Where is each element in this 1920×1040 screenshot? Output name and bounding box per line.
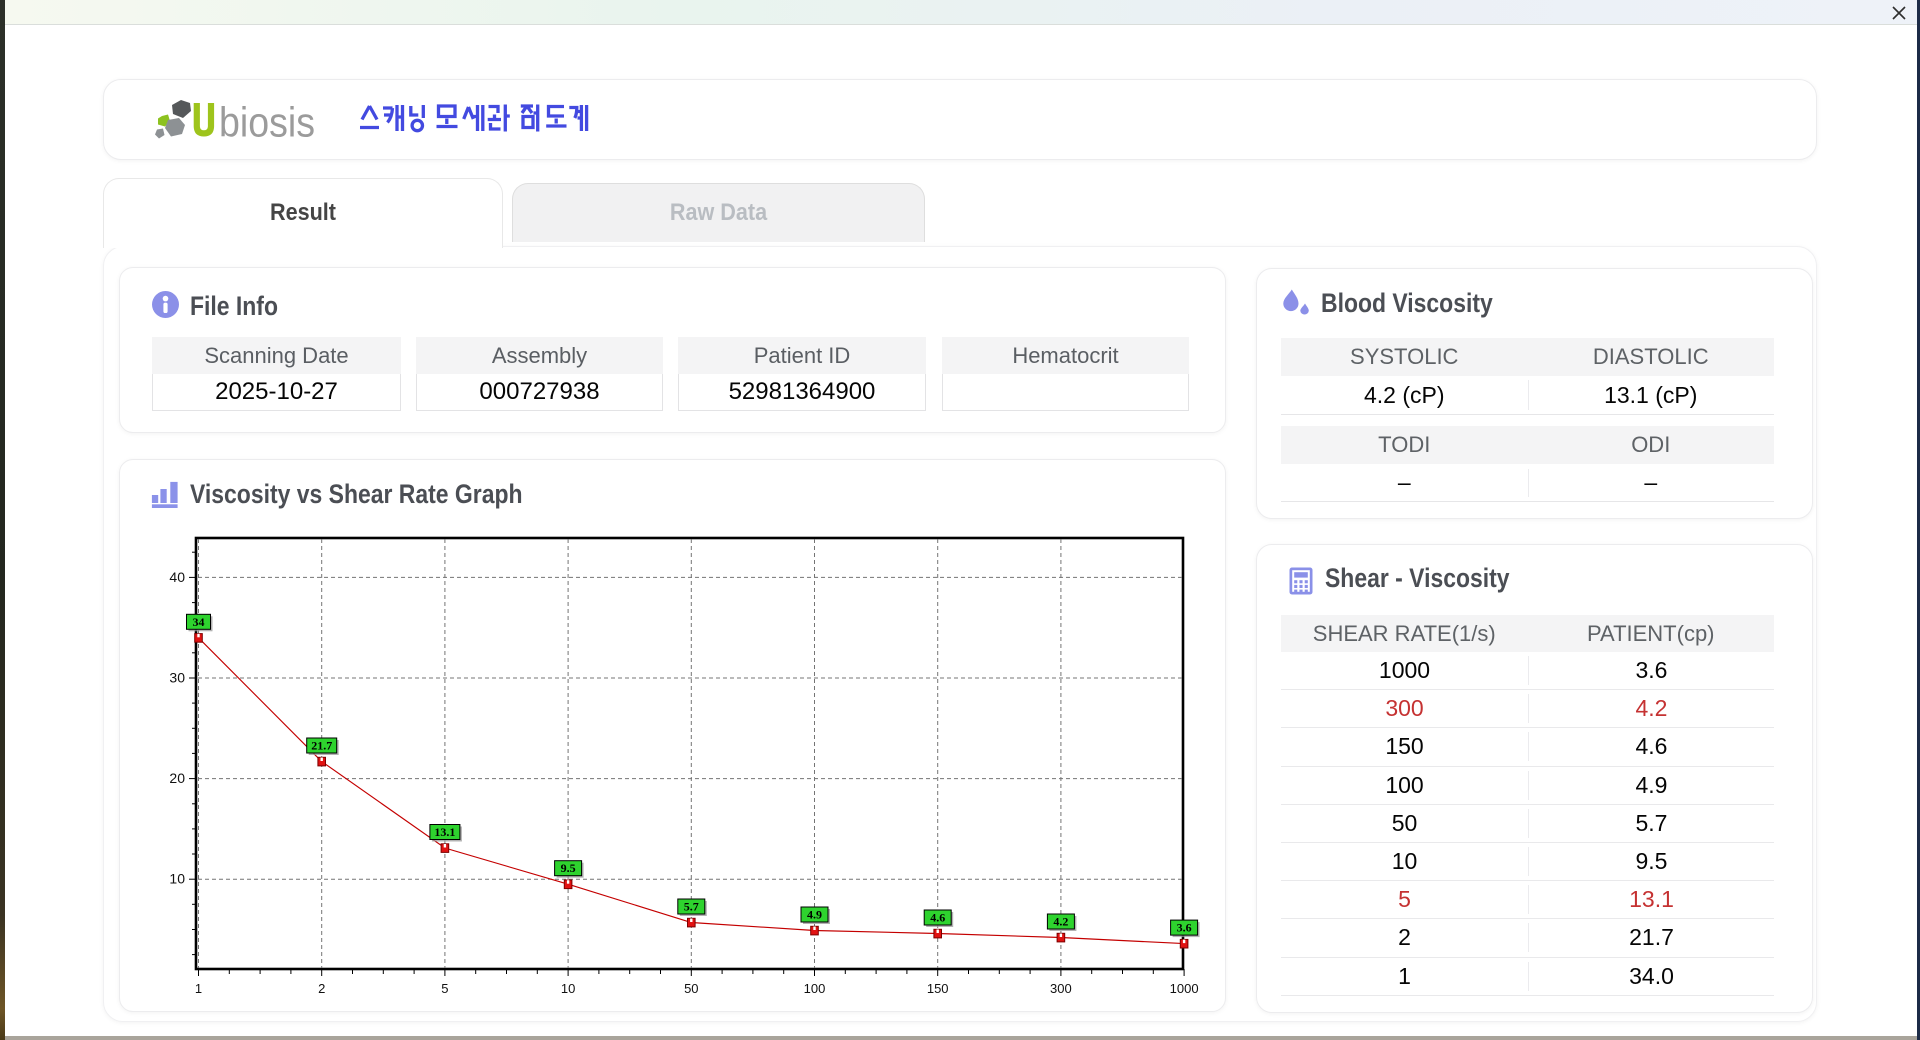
svg-text:1000: 1000 xyxy=(1170,981,1199,996)
svg-text:4.2: 4.2 xyxy=(1053,915,1068,929)
svg-text:300: 300 xyxy=(1050,981,1072,996)
svg-text:4.6: 4.6 xyxy=(930,911,945,925)
svg-text:3.6: 3.6 xyxy=(1177,921,1192,935)
svg-text:10: 10 xyxy=(561,981,575,996)
svg-text:21.7: 21.7 xyxy=(311,739,332,753)
svg-text:4.9: 4.9 xyxy=(807,908,822,922)
svg-text:100: 100 xyxy=(804,981,826,996)
svg-text:10: 10 xyxy=(169,871,185,887)
svg-text:150: 150 xyxy=(927,981,949,996)
svg-text:13.1: 13.1 xyxy=(434,825,455,839)
svg-text:30: 30 xyxy=(169,670,185,686)
svg-text:biosis: biosis xyxy=(219,99,315,146)
svg-text:50: 50 xyxy=(684,981,698,996)
svg-text:40: 40 xyxy=(169,569,185,585)
svg-text:5: 5 xyxy=(441,981,448,996)
svg-text:5.7: 5.7 xyxy=(684,900,699,914)
svg-text:20: 20 xyxy=(169,770,185,786)
svg-text:1: 1 xyxy=(195,981,202,996)
svg-text:2: 2 xyxy=(318,981,325,996)
svg-text:9.5: 9.5 xyxy=(561,861,576,875)
svg-text:34: 34 xyxy=(193,615,205,629)
